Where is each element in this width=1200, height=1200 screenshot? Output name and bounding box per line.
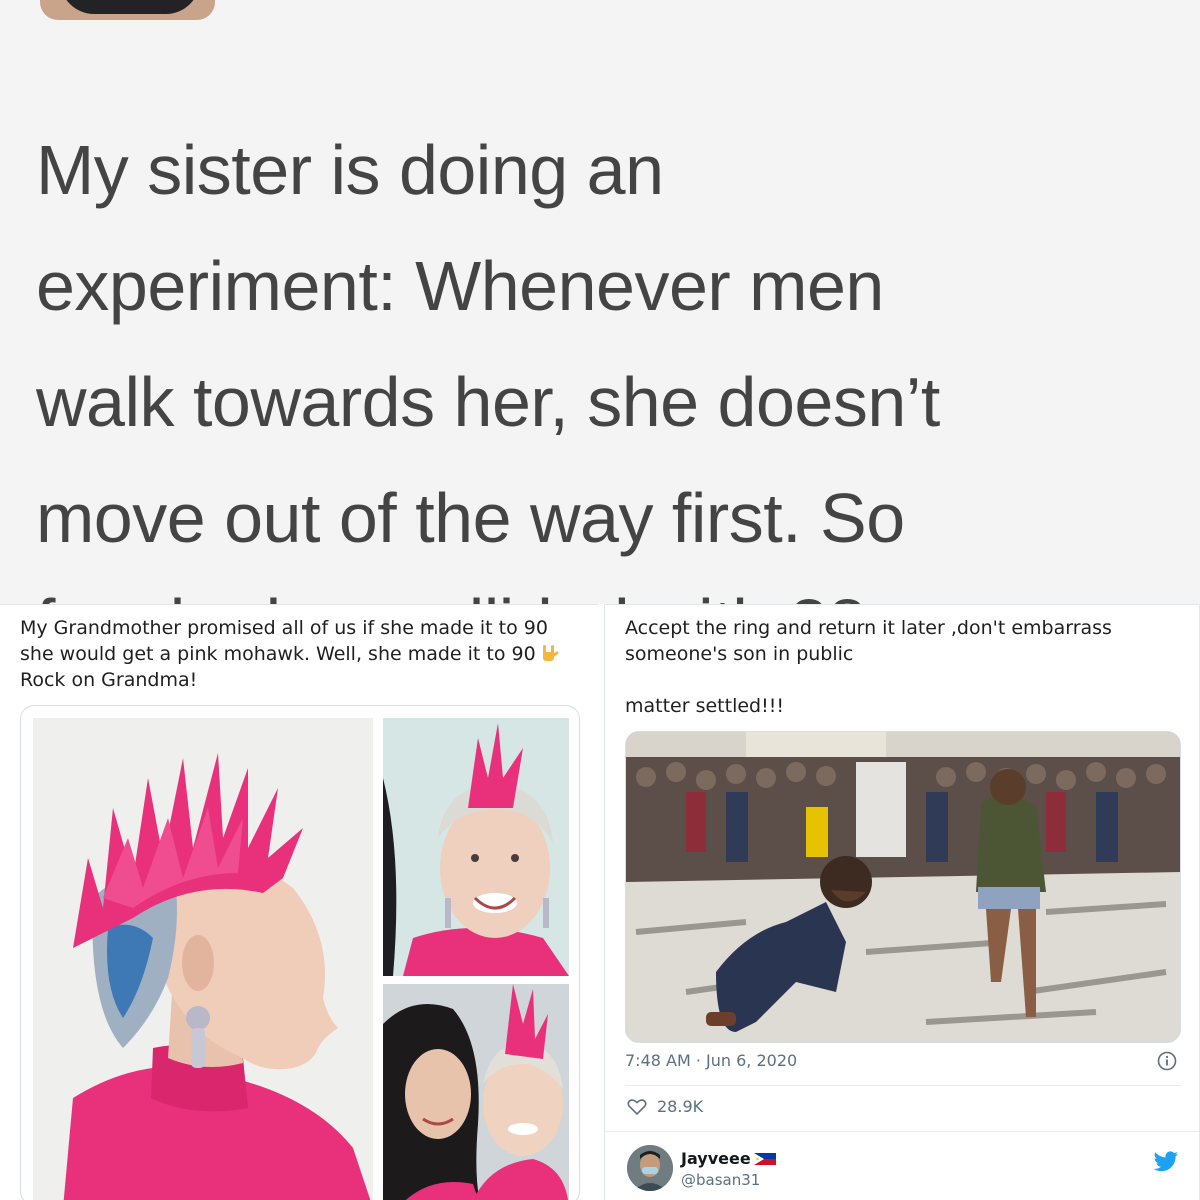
grandma-profile-illustration	[33, 718, 373, 1200]
heart-icon	[627, 1098, 647, 1115]
like-count: 28.9K	[657, 1097, 704, 1116]
avatar	[40, 0, 215, 20]
divider	[625, 1085, 1181, 1086]
proposal-tweet: Accept the ring and return it later ,don…	[604, 604, 1200, 1200]
twitter-bird-icon[interactable]	[1153, 1151, 1179, 1173]
proposal-illustration	[626, 732, 1180, 1042]
top-tweet-text: My sister is doing an experiment: Whenev…	[36, 112, 1176, 604]
like-button[interactable]: 28.9K	[627, 1097, 703, 1116]
tweet-text-line: My sister is doing an	[36, 131, 664, 209]
tweet-text-main: My Grandmother promised all of us if she…	[20, 617, 548, 665]
author-display-name: Jayveee	[681, 1149, 751, 1168]
avatar[interactable]	[627, 1145, 673, 1191]
author-handle[interactable]: @basan31	[681, 1171, 760, 1189]
grandma-smiling-illustration	[383, 718, 569, 976]
tweet-text: My Grandmother promised all of us if she…	[20, 615, 580, 693]
divider	[605, 1131, 1199, 1132]
grandma-with-woman-photo[interactable]	[383, 984, 569, 1200]
tweet-text-line: move out of the way first. So	[36, 479, 905, 557]
grandma-smiling-photo[interactable]	[383, 718, 569, 976]
tweet-text: Accept the ring and return it later ,don…	[625, 615, 1185, 719]
philippines-flag-icon	[753, 1152, 776, 1165]
proposal-photo[interactable]	[625, 731, 1181, 1043]
rock-on-hand-icon	[542, 645, 559, 661]
tweet-text-line: walk towards her, she doesn’t	[36, 363, 940, 441]
tweet-text-line: matter settled!!!	[625, 695, 784, 717]
grandma-tweet: My Grandmother promised all of us if she…	[0, 604, 598, 1200]
photo-collage[interactable]	[20, 705, 580, 1200]
grandma-profile-photo[interactable]	[33, 718, 373, 1200]
tweet-text-line: experiment: Whenever men	[36, 247, 884, 325]
author-avatar-image	[627, 1145, 673, 1191]
grandma-with-woman-illustration	[383, 984, 569, 1200]
tweet-text-end: Rock on Grandma!	[20, 669, 198, 691]
author-name[interactable]: Jayveee	[681, 1149, 776, 1168]
info-icon[interactable]	[1157, 1051, 1177, 1071]
tweet-text-line: Accept the ring and return it later ,don…	[625, 617, 1112, 665]
tweet-text-cut-line: far she has collided with 38	[36, 566, 866, 604]
tweet-timestamp[interactable]: 7:48 AM · Jun 6, 2020	[625, 1051, 797, 1070]
text-spacer	[625, 667, 1185, 693]
top-tweet-screenshot: My sister is doing an experiment: Whenev…	[0, 0, 1200, 604]
